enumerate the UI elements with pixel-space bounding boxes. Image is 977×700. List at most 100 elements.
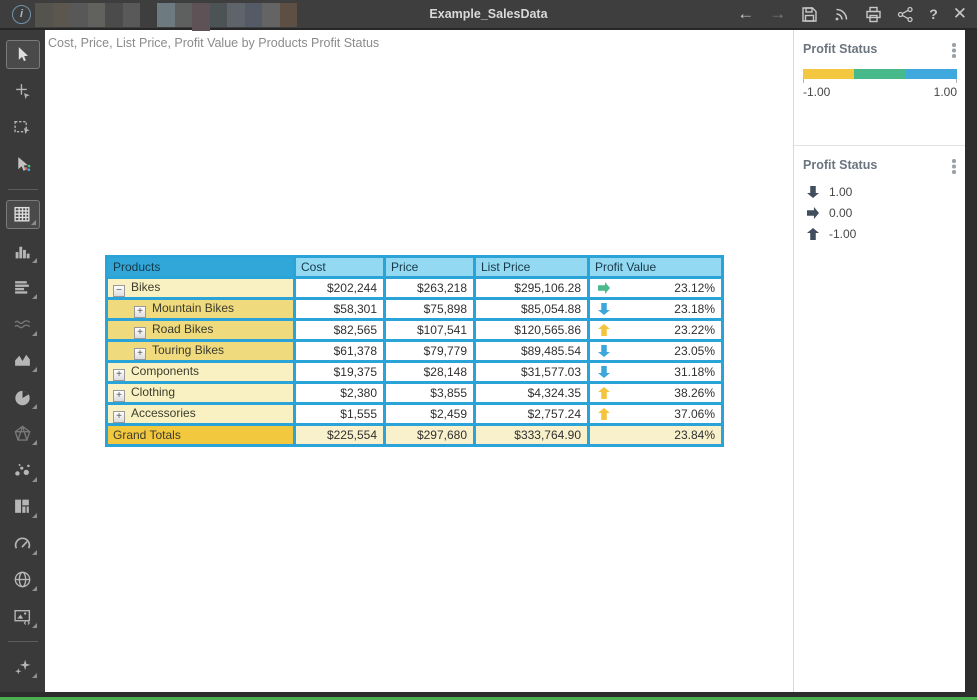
column-header-profit-value[interactable]: Profit Value (589, 257, 723, 278)
row-label-cell[interactable]: +Accessories (107, 404, 295, 425)
toolbar-item-pointer[interactable] (6, 40, 40, 69)
redacted-block[interactable] (210, 3, 228, 27)
toolbar-item-linear-gauge[interactable] (6, 273, 40, 302)
table-row: +Mountain Bikes $58,301 $75,898 $85,054.… (107, 299, 723, 320)
legend-menu-icon[interactable] (952, 43, 956, 59)
info-icon[interactable]: i (12, 5, 31, 24)
toolbar-item-ai-assistant[interactable] (6, 652, 40, 681)
toolbar-item-map[interactable] (6, 565, 40, 594)
legend-title: Profit Status (803, 158, 957, 172)
up-arrow-icon (807, 228, 819, 240)
toolbar-item-pivot-grid[interactable] (6, 200, 40, 229)
toolbar-item-bar-chart[interactable] (6, 237, 40, 266)
cost-cell: $82,565 (295, 320, 385, 341)
list-price-cell: $89,485.54 (475, 341, 589, 362)
expand-icon[interactable]: + (134, 348, 146, 360)
redacted-block[interactable] (280, 3, 298, 27)
profit-value-cell: 38.26% (589, 383, 723, 404)
row-label: Bikes (131, 280, 160, 294)
app-window: i Example_SalesData ← → (0, 0, 977, 700)
profit-status-arrow-icon (598, 387, 610, 399)
expand-icon[interactable]: + (113, 390, 125, 402)
toolbar-item-scatter-chart[interactable] (6, 456, 40, 485)
toolbar-item-marquee-select[interactable] (6, 113, 40, 142)
redacted-block[interactable] (105, 3, 123, 27)
row-label-cell[interactable]: +Components (107, 362, 295, 383)
redacted-block[interactable] (88, 3, 106, 27)
back-icon[interactable]: ← (737, 0, 754, 28)
row-label-cell[interactable]: +Road Bikes (107, 320, 295, 341)
redacted-block[interactable] (192, 3, 210, 31)
toolbar-item-sparkline[interactable] (6, 310, 40, 339)
table-row: +Clothing $2,380 $3,855 $4,324.35 38.26% (107, 383, 723, 404)
list-price-cell: $4,324.35 (475, 383, 589, 404)
gradient-bar (803, 69, 957, 79)
titlebar: i Example_SalesData ← → (0, 0, 977, 30)
toolbar-divider (8, 641, 38, 642)
cost-cell: $202,244 (295, 278, 385, 299)
redacted-block[interactable] (262, 3, 280, 27)
toolbar-item-range-area[interactable] (6, 346, 40, 375)
expand-icon[interactable]: + (113, 369, 125, 381)
redacted-block[interactable] (70, 3, 88, 27)
toolbar-item-crosshair[interactable] (6, 77, 40, 106)
collapse-icon[interactable]: − (113, 285, 125, 297)
window-frame-bottom (0, 692, 977, 700)
list-price-cell: $31,577.03 (475, 362, 589, 383)
cost-cell: $61,378 (295, 341, 385, 362)
redacted-block[interactable] (123, 3, 141, 27)
redacted-block[interactable] (227, 3, 245, 27)
redacted-block[interactable] (35, 3, 53, 27)
cost-cell: $19,375 (295, 362, 385, 383)
expand-icon[interactable]: + (113, 411, 125, 423)
toolbar-item-pick-style[interactable] (6, 150, 40, 179)
profit-value-cell: 23.22% (589, 320, 723, 341)
legend-item-value: 1.00 (829, 185, 852, 199)
table-row: +Road Bikes $82,565 $107,541 $120,565.86… (107, 320, 723, 341)
list-price-cell: $85,054.88 (475, 299, 589, 320)
toolbar-item-treemap[interactable] (6, 492, 40, 521)
arrow-legend: Profit Status 1.00 0.00 -1.00 (794, 146, 965, 251)
row-label-cell[interactable]: +Mountain Bikes (107, 299, 295, 320)
column-header-products[interactable]: Products (107, 257, 295, 278)
profit-value-cell: 23.12% (589, 278, 723, 299)
help-icon[interactable]: ? (929, 0, 938, 28)
feed-icon[interactable] (833, 6, 850, 23)
redacted-block[interactable] (157, 3, 175, 27)
row-label: Touring Bikes (152, 343, 224, 357)
toolbar-item-gauge[interactable] (6, 529, 40, 558)
list-price-cell: $295,106.28 (475, 278, 589, 299)
toolbar-divider (8, 189, 38, 190)
column-header-price[interactable]: Price (385, 257, 475, 278)
list-price-cell: $120,565.86 (475, 320, 589, 341)
profit-value: 37.06% (674, 407, 715, 421)
gradient-max-label: 1.00 (934, 85, 957, 99)
print-icon[interactable] (865, 6, 882, 23)
column-header-cost[interactable]: Cost (295, 257, 385, 278)
redacted-block[interactable] (245, 3, 263, 27)
profit-status-arrow-icon (598, 345, 610, 357)
legend-panel: Profit Status -1.00 1.00 Profit Status 1… (794, 30, 965, 692)
table-row: −Bikes $202,244 $263,218 $295,106.28 23.… (107, 278, 723, 299)
pivot-item-title: Cost, Price, List Price, Profit Value by… (48, 36, 379, 50)
profit-value: 23.12% (674, 281, 715, 295)
share-icon[interactable] (897, 6, 914, 23)
toolbar-item-radar-chart[interactable] (6, 419, 40, 448)
close-icon[interactable]: ✕ (953, 0, 967, 28)
expand-icon[interactable]: + (134, 306, 146, 318)
row-label-cell[interactable]: + Touring Bikes (107, 341, 295, 362)
column-header-list-price[interactable]: List Price (475, 257, 589, 278)
row-label-cell[interactable]: +Clothing (107, 383, 295, 404)
profit-value-cell: 23.84% (589, 425, 723, 446)
row-label-cell[interactable]: −Bikes (107, 278, 295, 299)
redacted-block[interactable] (53, 3, 71, 27)
expand-icon[interactable]: + (134, 327, 146, 339)
redacted-block[interactable] (175, 3, 193, 27)
legend-menu-icon[interactable] (952, 159, 956, 175)
toolbar-item-pie-chart[interactable] (6, 383, 40, 412)
forward-icon[interactable]: → (769, 0, 786, 28)
table-row: +Components $19,375 $28,148 $31,577.03 3… (107, 362, 723, 383)
list-price-cell: $2,757.24 (475, 404, 589, 425)
save-icon[interactable] (801, 6, 818, 23)
toolbar-item-image[interactable] (6, 602, 40, 631)
